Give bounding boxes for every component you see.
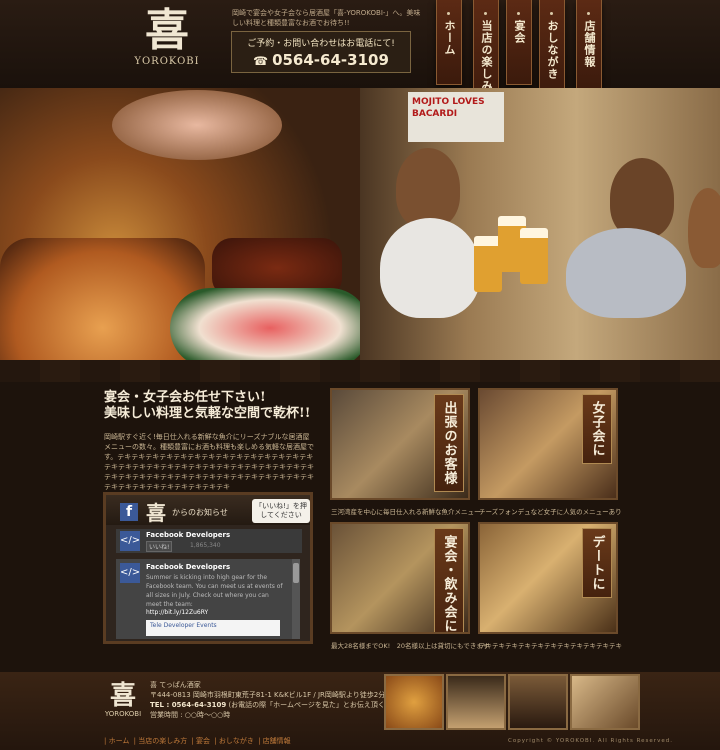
hero-poster: MOJITO LOVES BACARDI (408, 92, 504, 142)
footer-photo-entrance (508, 674, 568, 730)
facebook-widget: f 喜 からのお知らせ 「いいね!」を押してください </> Facebook … (103, 492, 313, 644)
nav-shop-info-label: 店舗情報 (583, 20, 596, 68)
nav-banquet-label: 宴会 (513, 20, 526, 44)
footer-nav-enjoy[interactable]: | 当店の楽しみ方 (134, 737, 188, 745)
phone-label: ご予約・お問い合わせはお電話にて! (247, 39, 395, 49)
card-banner: 女子会に (582, 394, 612, 464)
footer-photo-sake (446, 674, 506, 730)
facebook-post-link[interactable]: http://bit.ly/12Zu6RY (146, 609, 208, 616)
card-banner: デートに (582, 528, 612, 598)
facebook-page-name[interactable]: Facebook Developers (146, 531, 230, 539)
logo-kanji: 喜 (145, 5, 189, 56)
card-caption: 最大28名様までOK! 20名様以上は貸切にもできます (331, 642, 490, 650)
card-date[interactable]: デートに (478, 522, 618, 634)
headline-secondary: 美味しい料理と気軽な空間で乾杯!! (104, 406, 311, 421)
footer-tel: TEL : 0564-64-3109 (150, 701, 227, 709)
copyright: Copyright © YOROKOBI. All Rights Reserve… (508, 738, 673, 744)
hero-person-1 (396, 148, 460, 228)
hero-sashimi (170, 288, 370, 360)
hero-image: MOJITO LOVES BACARDI (0, 88, 720, 360)
card-business-guests[interactable]: 出張のお客様 (330, 388, 470, 500)
facebook-widget-header: f 喜 からのお知らせ 「いいね!」を押してください (106, 495, 310, 525)
footer-photo-interior (570, 674, 640, 730)
wood-divider (0, 360, 720, 382)
card-caption: テキテキテキテキテキテキテキテキテキテキテキ (479, 642, 622, 650)
nav-menu-label: おしながき (546, 20, 559, 80)
developers-logo-icon: </> (120, 563, 140, 583)
card-banner: 宴会・飲み会に (434, 528, 464, 633)
facebook-scroll-thumb[interactable] (293, 563, 299, 583)
card-banquet[interactable]: 宴会・飲み会に (330, 522, 470, 634)
footer-nav-shop-info[interactable]: | 店舗情報 (258, 737, 291, 745)
card-caption: 三河湾産を中心に毎日仕入れる新鮮な魚介メニュー (331, 508, 481, 516)
nav-home-label: ホーム (443, 20, 456, 56)
hero-salad-bowl (112, 90, 282, 160)
nav-menu[interactable]: おしながき (539, 0, 565, 97)
nav-home[interactable]: ホーム (436, 0, 462, 85)
facebook-post: </> Facebook Developers Summer is kickin… (116, 559, 292, 639)
phone-number-text: 0564-64-3109 (272, 51, 389, 69)
hero-person-3 (688, 188, 720, 268)
card-title: デートに (589, 535, 605, 591)
nav-banquet[interactable]: 宴会 (506, 0, 532, 85)
facebook-scrollbar[interactable] (292, 559, 300, 639)
card-title: 宴会・飲み会に (441, 535, 457, 633)
hero-person-2 (610, 158, 674, 238)
phone-icon: ☎ (253, 54, 269, 68)
facebook-post-author[interactable]: Facebook Developers (146, 563, 230, 571)
intro-body-text: 岡崎駅すぐ近く!毎日仕入れる新鮮な魚介にリーズナブルな居酒屋メニューの数々。種類… (104, 433, 314, 491)
hero-beer-3 (520, 228, 548, 284)
site-header: 喜 YOROKOBI 岡崎で宴会や女子会なら居酒屋「喜-YOROKOBI-」へ。… (0, 0, 720, 113)
footer-logo[interactable]: 喜 YOROKOBI (104, 682, 142, 718)
card-girls-party[interactable]: 女子会に (478, 388, 618, 500)
footer-nav: | ホーム | 当店の楽しみ方 | 宴会 | おしながき | 店舗情報 (104, 736, 293, 746)
footer-nav-menu[interactable]: | おしながき (214, 737, 254, 745)
phone-box[interactable]: ご予約・お問い合わせはお電話にて! ☎ 0564-64-3109 (231, 31, 411, 73)
facebook-icon[interactable]: f (120, 503, 138, 521)
nav-shop-info[interactable]: 店舗情報 (576, 0, 602, 91)
facebook-logo-kanji: 喜 (146, 501, 166, 525)
facebook-post-attachment[interactable]: Tele Developer Events (146, 620, 280, 636)
card-title: 女子会に (589, 401, 605, 457)
facebook-oshirase: からのお知らせ (172, 508, 228, 517)
card-caption: チーズフォンデュなど女子に人気のメニューあり (479, 508, 622, 516)
hero-person-1-shirt (380, 218, 480, 318)
header-intro: 岡崎で宴会や女子会なら居酒屋「喜-YOROKOBI-」へ。美味しい料理と種類豊富… (232, 9, 421, 27)
hero-person-2-shirt (566, 228, 686, 318)
footer-logo-kanji: 喜 (109, 681, 136, 711)
phone-number: ☎ 0564-64-3109 (232, 51, 410, 69)
facebook-like-button[interactable]: いいね! (146, 541, 173, 552)
facebook-page-card: </> Facebook Developers いいね! 1,865,340 (116, 529, 302, 553)
footer-nav-banquet[interactable]: | 宴会 (191, 737, 210, 745)
footer-logo-roman: YOROKOBI (104, 710, 142, 718)
footer-nav-home[interactable]: | ホーム (104, 737, 129, 745)
card-banner: 出張のお客様 (434, 394, 464, 492)
footer-photo-food (384, 674, 444, 730)
facebook-post-text: Summer is kicking into high gear for the… (146, 574, 283, 608)
facebook-like-count: 1,865,340 (190, 542, 221, 549)
logo-roman: YOROKOBI (134, 56, 200, 67)
facebook-like-prompt: 「いいね!」を押してください (252, 499, 310, 523)
card-title: 出張のお客様 (441, 401, 457, 485)
developers-logo-icon: </> (120, 531, 140, 551)
site-logo[interactable]: 喜 YOROKOBI (132, 6, 202, 84)
